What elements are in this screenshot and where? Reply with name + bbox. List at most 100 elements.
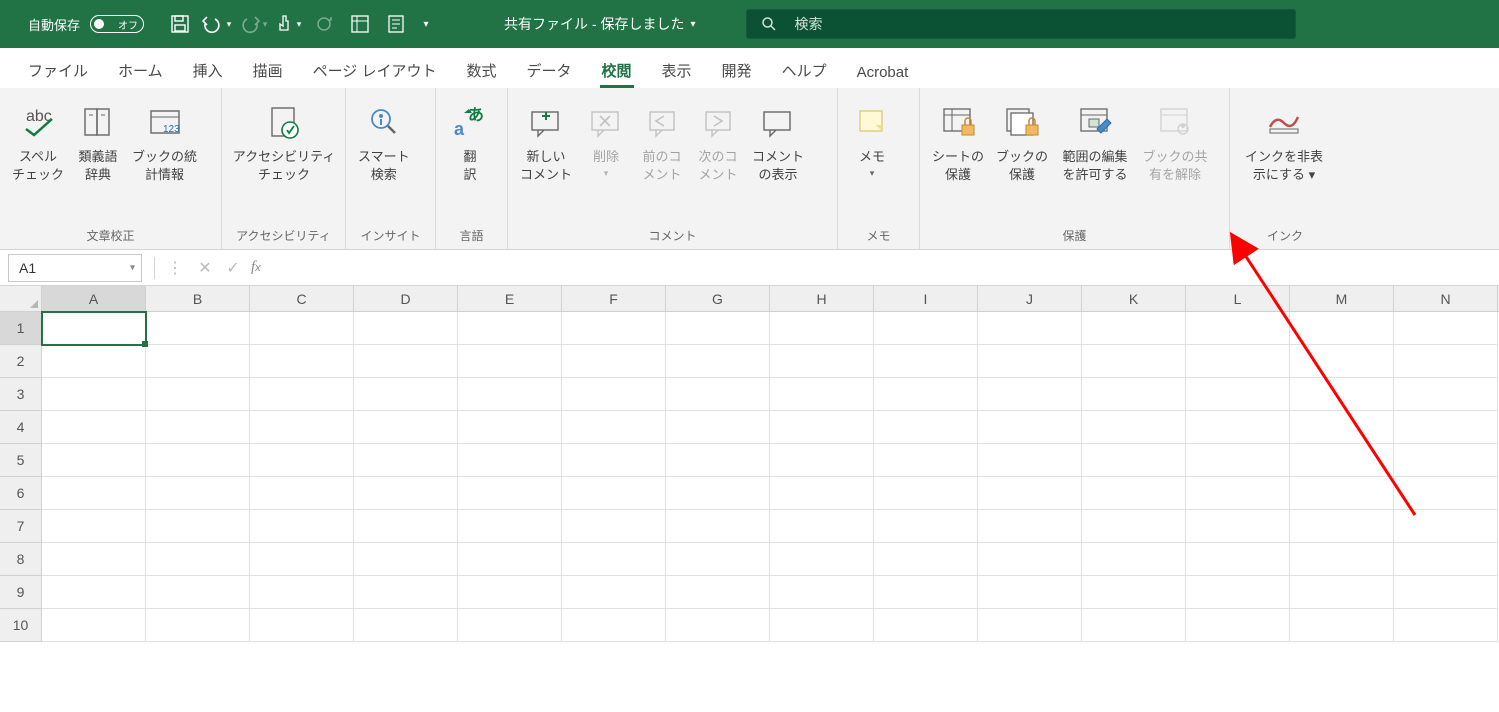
row-header-7[interactable]: 7 [0,510,42,543]
col-header-D[interactable]: D [354,286,458,311]
cell-J7[interactable] [978,510,1082,543]
cell-D7[interactable] [354,510,458,543]
cell-N2[interactable] [1394,345,1498,378]
cell-I2[interactable] [874,345,978,378]
cell-H10[interactable] [770,609,874,642]
cell-K2[interactable] [1082,345,1186,378]
cell-I7[interactable] [874,510,978,543]
cell-K10[interactable] [1082,609,1186,642]
cell-F2[interactable] [562,345,666,378]
cell-M7[interactable] [1290,510,1394,543]
cell-E1[interactable] [458,312,562,345]
cell-J5[interactable] [978,444,1082,477]
cell-L5[interactable] [1186,444,1290,477]
cell-G2[interactable] [666,345,770,378]
cell-H7[interactable] [770,510,874,543]
cell-C9[interactable] [250,576,354,609]
cell-L2[interactable] [1186,345,1290,378]
cell-E3[interactable] [458,378,562,411]
cell-K5[interactable] [1082,444,1186,477]
cell-L10[interactable] [1186,609,1290,642]
cell-M1[interactable] [1290,312,1394,345]
cell-L7[interactable] [1186,510,1290,543]
cell-J1[interactable] [978,312,1082,345]
col-header-B[interactable]: B [146,286,250,311]
cell-M6[interactable] [1290,477,1394,510]
cell-D4[interactable] [354,411,458,444]
undo-icon[interactable]: ▾ [200,9,232,39]
repeat-icon[interactable] [308,9,340,39]
col-header-G[interactable]: G [666,286,770,311]
cell-J6[interactable] [978,477,1082,510]
cell-B3[interactable] [146,378,250,411]
cell-C10[interactable] [250,609,354,642]
cell-I10[interactable] [874,609,978,642]
cell-G9[interactable] [666,576,770,609]
save-icon[interactable] [164,9,196,39]
cell-E7[interactable] [458,510,562,543]
cell-H3[interactable] [770,378,874,411]
workbook-stats-button[interactable]: 123 ブックの統 計情報 [126,94,203,226]
name-box[interactable]: A1 ▾ [8,254,142,282]
pivot-table-icon[interactable] [344,9,376,39]
show-comments-button[interactable]: コメント の表示 [746,94,810,226]
cell-J4[interactable] [978,411,1082,444]
cell-B8[interactable] [146,543,250,576]
cell-F3[interactable] [562,378,666,411]
cell-E6[interactable] [458,477,562,510]
formula-input[interactable] [269,254,1499,282]
col-header-N[interactable]: N [1394,286,1498,311]
cell-F4[interactable] [562,411,666,444]
cell-B9[interactable] [146,576,250,609]
tab-6[interactable]: データ [513,52,586,87]
cell-F8[interactable] [562,543,666,576]
cell-N7[interactable] [1394,510,1498,543]
cell-E5[interactable] [458,444,562,477]
cell-J9[interactable] [978,576,1082,609]
col-header-I[interactable]: I [874,286,978,311]
accessibility-check-button[interactable]: アクセシビリティ チェック [228,94,340,226]
document-title[interactable]: 共有ファイル - 保存しました ▾ [504,14,695,34]
tab-1[interactable]: ホーム [104,52,177,87]
cell-C1[interactable] [250,312,354,345]
cell-C5[interactable] [250,444,354,477]
notes-button[interactable]: メモ ▾ [844,94,900,226]
cell-M4[interactable] [1290,411,1394,444]
tab-8[interactable]: 表示 [648,52,706,87]
row-header-8[interactable]: 8 [0,543,42,576]
cell-C8[interactable] [250,543,354,576]
cell-F10[interactable] [562,609,666,642]
cell-G7[interactable] [666,510,770,543]
cell-L9[interactable] [1186,576,1290,609]
protect-sheet-button[interactable]: シートの 保護 [926,94,990,226]
row-header-3[interactable]: 3 [0,378,42,411]
cell-C4[interactable] [250,411,354,444]
cell-F9[interactable] [562,576,666,609]
cell-K6[interactable] [1082,477,1186,510]
cell-A4[interactable] [42,411,146,444]
cell-N1[interactable] [1394,312,1498,345]
cell-D3[interactable] [354,378,458,411]
search-box[interactable]: 検索 [746,9,1296,39]
cell-E2[interactable] [458,345,562,378]
cell-E4[interactable] [458,411,562,444]
row-header-5[interactable]: 5 [0,444,42,477]
cell-N5[interactable] [1394,444,1498,477]
col-header-F[interactable]: F [562,286,666,311]
cell-F5[interactable] [562,444,666,477]
smart-lookup-button[interactable]: スマート 検索 [352,94,416,226]
cell-C7[interactable] [250,510,354,543]
select-all-corner[interactable] [0,286,42,312]
cell-A10[interactable] [42,609,146,642]
cell-B1[interactable] [146,312,250,345]
cell-A7[interactable] [42,510,146,543]
cell-B4[interactable] [146,411,250,444]
fx-handle-icon[interactable]: ⋮ [159,258,191,278]
allow-edit-ranges-button[interactable]: 範囲の編集 を許可する [1054,94,1136,226]
cell-L3[interactable] [1186,378,1290,411]
cell-G4[interactable] [666,411,770,444]
cell-B7[interactable] [146,510,250,543]
tab-10[interactable]: ヘルプ [768,52,841,87]
form-icon[interactable] [380,9,412,39]
row-header-1[interactable]: 1 [0,312,42,345]
